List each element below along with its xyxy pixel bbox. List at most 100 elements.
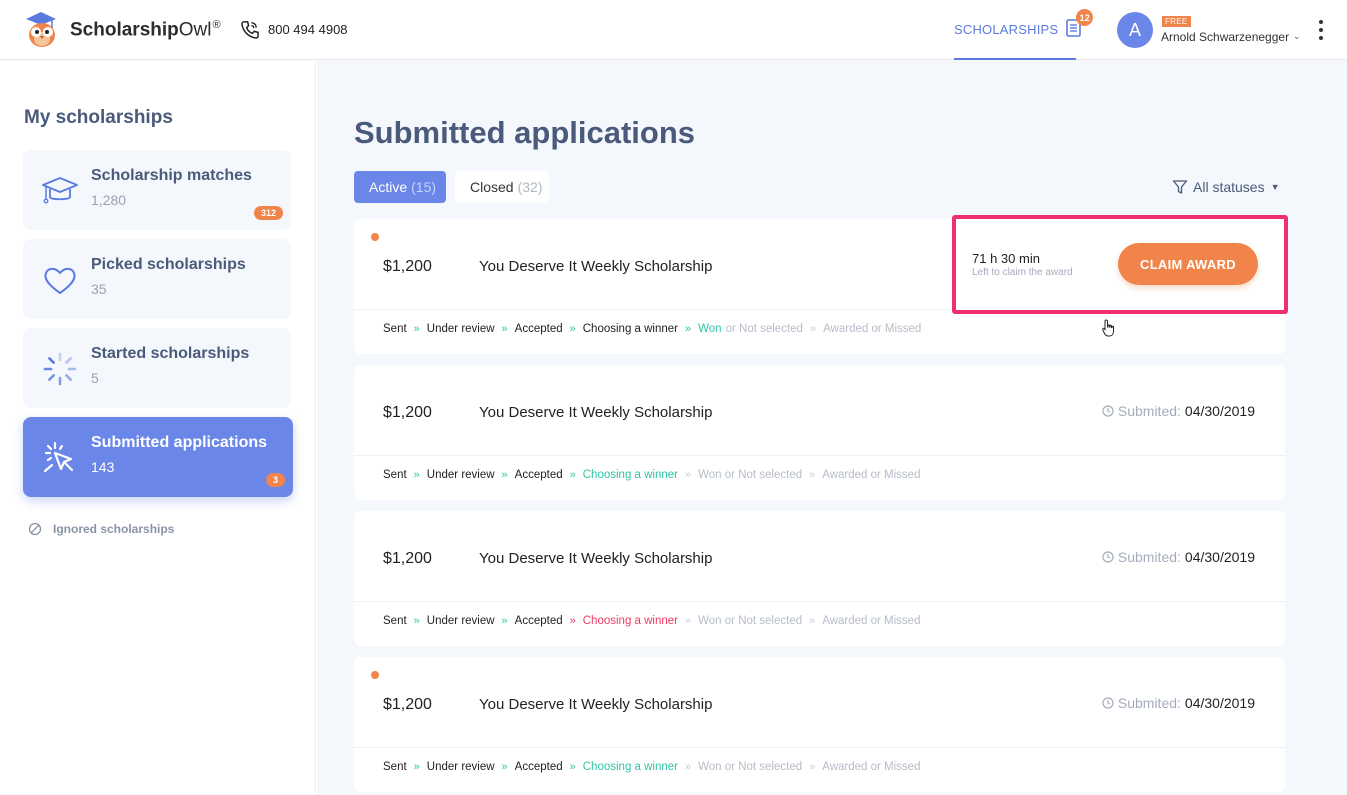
status-not-selected: or Not selected [725,323,803,335]
sidebar-item-label: Picked scholarships [91,256,246,273]
status-accepted: Accepted [514,761,563,773]
chevron-down-icon[interactable]: ⌄ [1293,31,1301,42]
status-accepted: Accepted [514,323,563,335]
submitted-value: 04/30/2019 [1184,695,1255,711]
status-track: Sent » Under review » Accepted » Choosin… [383,615,927,627]
double-chevron-icon: » [413,469,420,481]
double-chevron-icon: » [501,761,508,773]
divider [354,601,1285,602]
ignored-label: Ignored scholarships [53,522,175,536]
clock-icon [1102,697,1114,709]
award-amount: $1,200 [383,258,432,275]
submitted-label: Submited: [1117,695,1181,711]
phone-icon [241,21,259,39]
main-content: Submitted applications Active (15) Closed… [317,61,1347,795]
status-choosing-winner: Choosing a winner [582,323,679,335]
logo[interactable]: ScholarshipOwl® [22,10,221,50]
sidebar-item-count: 5 [91,370,99,386]
double-chevron-icon: » [685,761,692,773]
status-under-review: Under review [426,761,495,773]
divider [354,747,1285,748]
double-chevron-icon: » [413,615,420,627]
status-sent: Sent [383,615,407,627]
scholarship-name[interactable]: You Deserve It Weekly Scholarship [479,696,712,713]
tab-closed-count: (32) [517,179,543,195]
application-card[interactable]: $1,200 You Deserve It Weekly Scholarship… [354,365,1285,500]
status-under-review: Under review [426,615,495,627]
status-awarded: Awarded or Missed [823,323,922,335]
sidebar-item-submitted-applications[interactable]: Submitted applications 143 3 [23,417,293,497]
avatar[interactable]: A [1117,12,1153,48]
sidebar-title: My scholarships [24,107,173,128]
claim-time-left: 71 h 30 min [972,251,1040,266]
application-card[interactable]: $1,200 You Deserve It Weekly Scholarship… [354,511,1285,646]
more-menu-icon[interactable] [1316,18,1326,42]
status-choosing-winner: Choosing a winner [582,615,679,627]
count-badge: 312 [253,206,283,220]
caret-down-icon: ▼ [1270,182,1280,192]
status-choosing-winner: Choosing a winner [582,761,679,773]
submitted-label: Submited: [1117,403,1181,419]
sidebar-item-started-scholarships[interactable]: Started scholarships 5 [23,328,291,408]
tab-active[interactable]: Active (15) [354,171,446,203]
filter-label: All statuses [1193,179,1265,195]
sidebar-item-scholarship-matches[interactable]: Scholarship matches 1,280 312 [23,150,291,230]
status-awarded: Awarded or Missed [822,615,921,627]
nav-scholarships-label: SCHOLARSHIPS [954,21,1059,37]
status-won: Won [698,323,722,335]
scholarship-name[interactable]: You Deserve It Weekly Scholarship [479,550,712,567]
clock-icon [1102,405,1114,417]
status-track: Sent » Under review » Accepted » Choosin… [383,469,927,481]
submitted-label: Submited: [1117,549,1181,565]
status-choosing-winner: Choosing a winner [582,469,679,481]
status-under-review: Under review [426,469,495,481]
page-title: Submitted applications [354,115,696,150]
double-chevron-icon: » [809,615,816,627]
ignored-scholarships-link[interactable]: Ignored scholarships [28,522,174,536]
nav-scholarships[interactable]: SCHOLARSHIPS 12 [954,0,1094,60]
phone-text: 800 494 4908 [268,22,348,37]
status-awarded: Awarded or Missed [822,469,921,481]
status-won: Won or Not selected [698,469,803,481]
unread-dot [371,671,379,679]
sidebar-item-count: 143 [91,459,115,475]
status-sent: Sent [383,323,407,335]
double-chevron-icon: » [809,323,817,335]
status-filter[interactable]: All statuses ▼ [1172,179,1280,195]
phone-number[interactable]: 800 494 4908 [240,20,348,39]
owl-logo-icon [22,10,64,50]
award-amount: $1,200 [383,696,432,713]
sidebar-item-label: Submitted applications [91,434,268,451]
double-chevron-icon: » [809,469,816,481]
scholarship-name[interactable]: You Deserve It Weekly Scholarship [479,404,712,421]
double-chevron-icon: » [501,469,508,481]
sidebar-item-count: 1,280 [91,192,127,208]
count-badge: 3 [265,473,285,487]
claim-award-button[interactable]: CLAIM AWARD [1118,243,1258,285]
claim-time-caption: Left to claim the award [972,267,1073,278]
tab-closed-label: Closed [470,179,514,195]
tab-closed[interactable]: Closed (32) [455,171,549,203]
submitted-date: Submited: 04/30/2019 [1102,549,1255,565]
status-awarded: Awarded or Missed [822,761,921,773]
double-chevron-icon: » [685,323,692,335]
notification-badge: 12 [1076,9,1094,26]
application-card[interactable]: $1,200 You Deserve It Weekly Scholarship… [354,657,1285,792]
scholarship-name[interactable]: You Deserve It Weekly Scholarship [479,258,712,275]
status-sent: Sent [383,469,407,481]
tab-active-count: (15) [411,179,437,195]
double-chevron-icon: » [413,761,420,773]
sidebar-item-picked-scholarships[interactable]: Picked scholarships 35 [23,239,291,319]
hand-cursor-icon [1102,319,1116,342]
status-accepted: Accepted [514,469,563,481]
double-chevron-icon: » [413,323,420,335]
graduation-cap-icon [41,172,79,210]
status-track: Sent » Under review » Accepted » Choosin… [383,323,928,335]
submitted-date: Submited: 04/30/2019 [1102,695,1255,711]
double-chevron-icon: » [569,615,576,627]
double-chevron-icon: » [685,469,692,481]
loading-spinner-icon [41,350,79,388]
double-chevron-icon: » [569,469,576,481]
status-sent: Sent [383,761,407,773]
username[interactable]: Arnold Schwarzenegger [1161,30,1289,44]
